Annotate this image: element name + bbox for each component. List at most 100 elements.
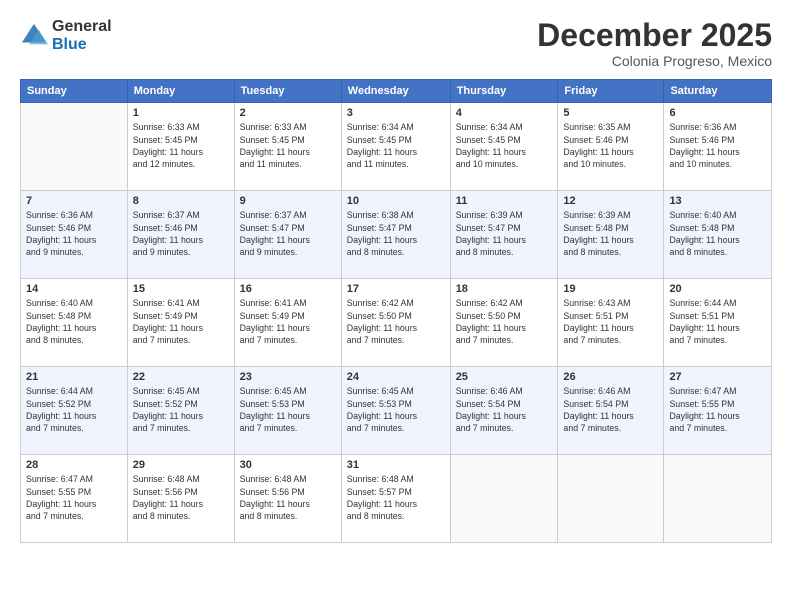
day-number: 20 (669, 283, 766, 295)
logo-text: General Blue (52, 18, 112, 53)
day-info: Sunrise: 6:34 AM Sunset: 5:45 PM Dayligh… (347, 121, 445, 170)
page: General Blue December 2025 Colonia Progr… (0, 0, 792, 612)
calendar-cell: 12Sunrise: 6:39 AM Sunset: 5:48 PM Dayli… (558, 191, 664, 279)
day-number: 7 (26, 195, 122, 207)
calendar-header-wednesday: Wednesday (341, 80, 450, 103)
calendar-header-monday: Monday (127, 80, 234, 103)
day-info: Sunrise: 6:44 AM Sunset: 5:51 PM Dayligh… (669, 297, 766, 346)
day-number: 8 (133, 195, 229, 207)
day-number: 22 (133, 371, 229, 383)
day-info: Sunrise: 6:46 AM Sunset: 5:54 PM Dayligh… (456, 385, 553, 434)
day-info: Sunrise: 6:44 AM Sunset: 5:52 PM Dayligh… (26, 385, 122, 434)
calendar-cell: 20 Sunrise: 6:44 AM Sunset: 5:51 PM Dayli… (664, 279, 772, 367)
day-info: Sunrise: 6:33 AM Sunset: 5:45 PM Dayligh… (133, 121, 229, 170)
calendar-cell: 27Sunrise: 6:47 AM Sunset: 5:55 PM Dayli… (664, 367, 772, 455)
calendar-cell: 7 Sunrise: 6:36 AM Sunset: 5:46 PM Daylig… (21, 191, 128, 279)
calendar-cell: 19 Sunrise: 6:43 AM Sunset: 5:51 PM Dayli… (558, 279, 664, 367)
calendar-cell: 6Sunrise: 6:36 AM Sunset: 5:46 PM Daylig… (664, 103, 772, 191)
day-number: 31 (347, 459, 445, 471)
day-info: Sunrise: 6:37 AM Sunset: 5:46 PM Dayligh… (133, 209, 229, 258)
day-number: 27 (669, 371, 766, 383)
calendar-cell (21, 103, 128, 191)
day-info: Sunrise: 6:42 AM Sunset: 5:50 PM Dayligh… (347, 297, 445, 346)
day-number: 10 (347, 195, 445, 207)
day-info: Sunrise: 6:45 AM Sunset: 5:53 PM Dayligh… (240, 385, 336, 434)
day-number: 3 (347, 107, 445, 119)
calendar-cell: 9 Sunrise: 6:37 AM Sunset: 5:47 PM Daylig… (234, 191, 341, 279)
calendar-cell: 13Sunrise: 6:40 AM Sunset: 5:48 PM Dayli… (664, 191, 772, 279)
calendar-cell (558, 455, 664, 543)
day-info: Sunrise: 6:34 AM Sunset: 5:45 PM Dayligh… (456, 121, 553, 170)
calendar-header-sunday: Sunday (21, 80, 128, 103)
calendar-week-row: 1Sunrise: 6:33 AM Sunset: 5:45 PM Daylig… (21, 103, 772, 191)
day-info: Sunrise: 6:39 AM Sunset: 5:47 PM Dayligh… (456, 209, 553, 258)
calendar-cell: 29 Sunrise: 6:48 AM Sunset: 5:56 PM Dayli… (127, 455, 234, 543)
calendar-cell: 14 Sunrise: 6:40 AM Sunset: 5:48 PM Dayli… (21, 279, 128, 367)
calendar-cell: 11 Sunrise: 6:39 AM Sunset: 5:47 PM Dayli… (450, 191, 558, 279)
day-info: Sunrise: 6:46 AM Sunset: 5:54 PM Dayligh… (563, 385, 658, 434)
calendar-cell: 17Sunrise: 6:42 AM Sunset: 5:50 PM Dayli… (341, 279, 450, 367)
calendar-cell: 28 Sunrise: 6:47 AM Sunset: 5:55 PM Dayli… (21, 455, 128, 543)
day-number: 2 (240, 107, 336, 119)
day-number: 5 (563, 107, 658, 119)
calendar-cell: 3 Sunrise: 6:34 AM Sunset: 5:45 PM Daylig… (341, 103, 450, 191)
day-info: Sunrise: 6:33 AM Sunset: 5:45 PM Dayligh… (240, 121, 336, 170)
day-number: 16 (240, 283, 336, 295)
day-info: Sunrise: 6:37 AM Sunset: 5:47 PM Dayligh… (240, 209, 336, 258)
day-info: Sunrise: 6:42 AM Sunset: 5:50 PM Dayligh… (456, 297, 553, 346)
day-number: 26 (563, 371, 658, 383)
day-number: 30 (240, 459, 336, 471)
day-number: 28 (26, 459, 122, 471)
calendar-cell: 30 Sunrise: 6:48 AM Sunset: 5:56 PM Dayli… (234, 455, 341, 543)
day-number: 21 (26, 371, 122, 383)
calendar-cell: 21 Sunrise: 6:44 AM Sunset: 5:52 PM Dayli… (21, 367, 128, 455)
day-number: 18 (456, 283, 553, 295)
calendar-cell (450, 455, 558, 543)
calendar-cell: 5 Sunrise: 6:35 AM Sunset: 5:46 PM Daylig… (558, 103, 664, 191)
calendar-week-row: 7 Sunrise: 6:36 AM Sunset: 5:46 PM Daylig… (21, 191, 772, 279)
month-title: December 2025 (537, 18, 772, 53)
calendar-cell: 25 Sunrise: 6:46 AM Sunset: 5:54 PM Dayli… (450, 367, 558, 455)
calendar-header-thursday: Thursday (450, 80, 558, 103)
calendar-cell: 16 Sunrise: 6:41 AM Sunset: 5:49 PM Dayli… (234, 279, 341, 367)
day-number: 12 (563, 195, 658, 207)
calendar-cell: 18 Sunrise: 6:42 AM Sunset: 5:50 PM Dayli… (450, 279, 558, 367)
logo-blue-text: Blue (52, 36, 112, 54)
calendar-header-friday: Friday (558, 80, 664, 103)
location: Colonia Progreso, Mexico (537, 53, 772, 69)
calendar-cell: 23 Sunrise: 6:45 AM Sunset: 5:53 PM Dayli… (234, 367, 341, 455)
day-number: 4 (456, 107, 553, 119)
calendar-header-row: SundayMondayTuesdayWednesdayThursdayFrid… (21, 80, 772, 103)
calendar-week-row: 28 Sunrise: 6:47 AM Sunset: 5:55 PM Dayli… (21, 455, 772, 543)
day-info: Sunrise: 6:48 AM Sunset: 5:56 PM Dayligh… (240, 473, 336, 522)
day-number: 24 (347, 371, 445, 383)
calendar-cell (664, 455, 772, 543)
day-info: Sunrise: 6:35 AM Sunset: 5:46 PM Dayligh… (563, 121, 658, 170)
day-number: 23 (240, 371, 336, 383)
calendar-header-tuesday: Tuesday (234, 80, 341, 103)
day-info: Sunrise: 6:41 AM Sunset: 5:49 PM Dayligh… (133, 297, 229, 346)
day-info: Sunrise: 6:41 AM Sunset: 5:49 PM Dayligh… (240, 297, 336, 346)
day-info: Sunrise: 6:36 AM Sunset: 5:46 PM Dayligh… (26, 209, 122, 258)
calendar-header-saturday: Saturday (664, 80, 772, 103)
day-info: Sunrise: 6:43 AM Sunset: 5:51 PM Dayligh… (563, 297, 658, 346)
calendar-cell: 15Sunrise: 6:41 AM Sunset: 5:49 PM Dayli… (127, 279, 234, 367)
header: General Blue December 2025 Colonia Progr… (20, 18, 772, 69)
day-info: Sunrise: 6:48 AM Sunset: 5:56 PM Dayligh… (133, 473, 229, 522)
day-info: Sunrise: 6:47 AM Sunset: 5:55 PM Dayligh… (26, 473, 122, 522)
day-number: 29 (133, 459, 229, 471)
day-number: 6 (669, 107, 766, 119)
day-number: 11 (456, 195, 553, 207)
day-number: 25 (456, 371, 553, 383)
day-number: 19 (563, 283, 658, 295)
logo-icon (20, 22, 48, 50)
logo-general-text: General (52, 18, 112, 36)
calendar-cell: 4 Sunrise: 6:34 AM Sunset: 5:45 PM Daylig… (450, 103, 558, 191)
day-info: Sunrise: 6:48 AM Sunset: 5:57 PM Dayligh… (347, 473, 445, 522)
day-info: Sunrise: 6:40 AM Sunset: 5:48 PM Dayligh… (26, 297, 122, 346)
day-number: 9 (240, 195, 336, 207)
day-number: 13 (669, 195, 766, 207)
calendar-cell: 26 Sunrise: 6:46 AM Sunset: 5:54 PM Dayli… (558, 367, 664, 455)
calendar-cell: 24Sunrise: 6:45 AM Sunset: 5:53 PM Dayli… (341, 367, 450, 455)
day-number: 14 (26, 283, 122, 295)
